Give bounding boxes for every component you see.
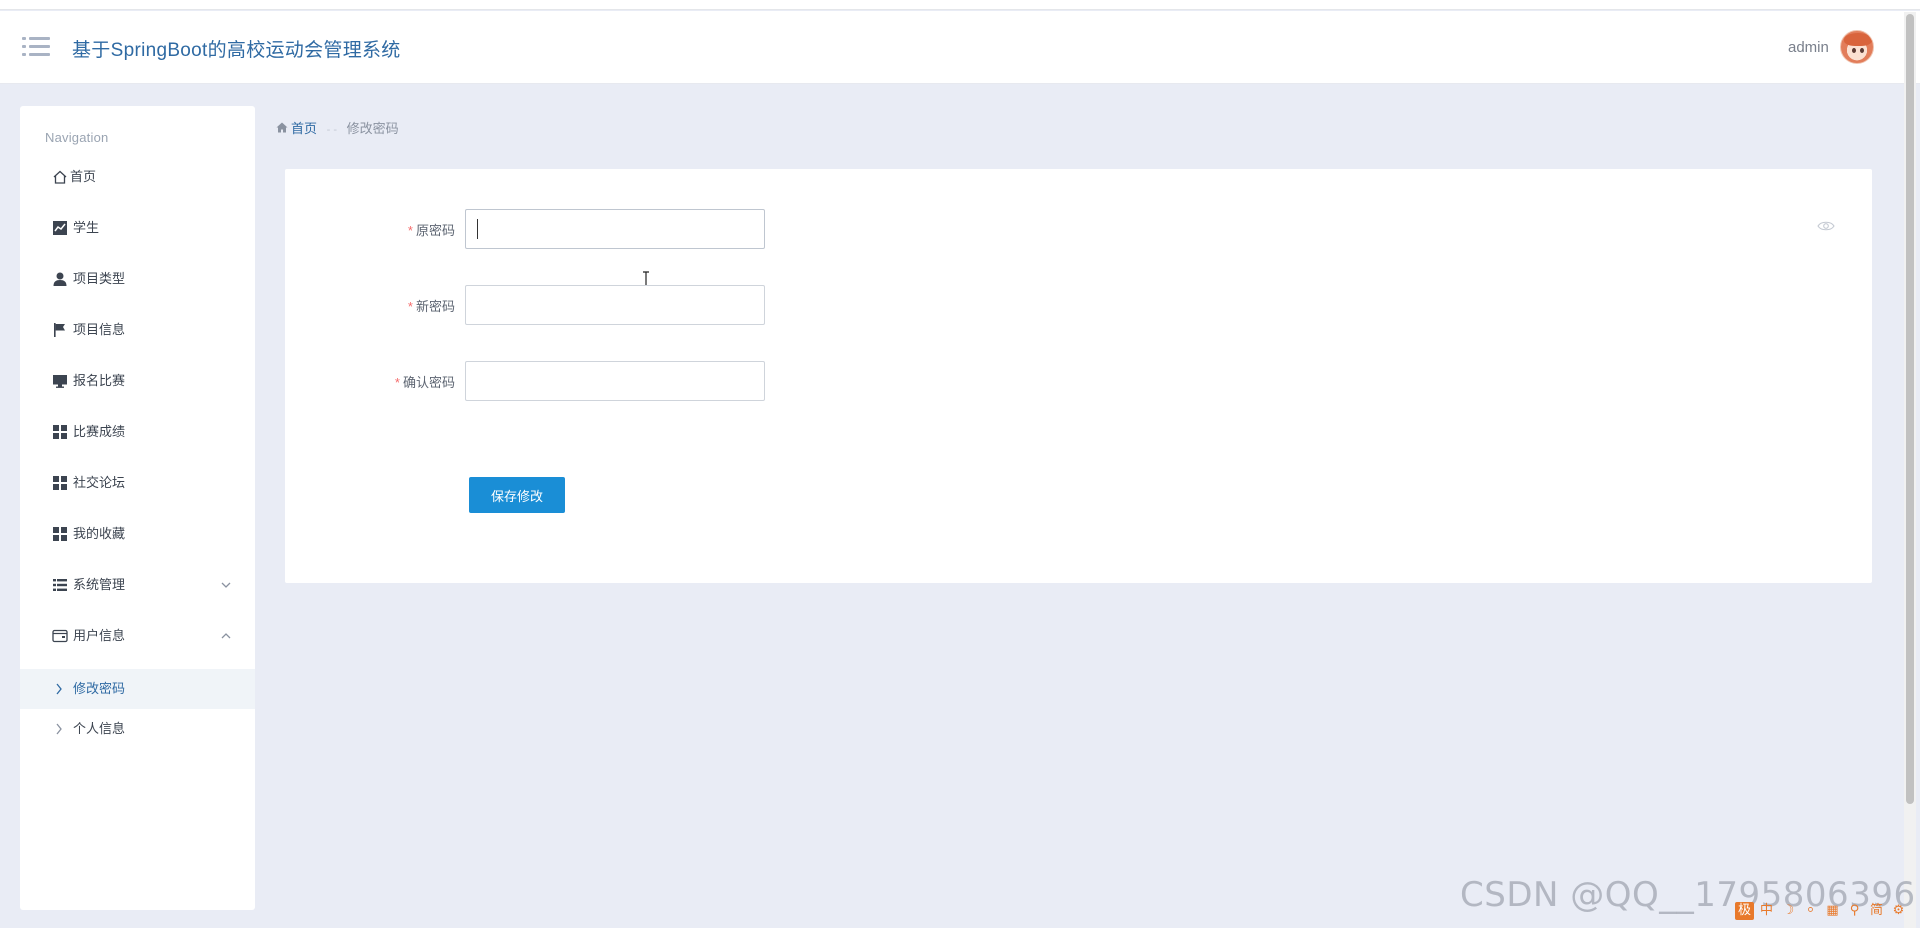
form-label-box: * 原密码 — [285, 209, 455, 249]
ime-keyboard-icon[interactable]: ▦ — [1823, 902, 1842, 920]
sidebar-item-label: 我的收藏 — [73, 526, 126, 541]
sidebar-item-label: 项目类型 — [73, 271, 126, 286]
sidebar-item-label: 系统管理 — [73, 577, 126, 592]
form-label-box: * 新密码 — [285, 285, 455, 325]
app-title: 基于SpringBoot的高校运动会管理系统 — [72, 40, 401, 61]
menu-toggle-bar — [29, 53, 50, 56]
sidebar-item-favorites[interactable]: 我的收藏 — [20, 514, 255, 554]
ime-chinese-mode-icon[interactable]: 中 — [1757, 902, 1776, 920]
avatar-hair — [1844, 33, 1872, 46]
eye-icon[interactable] — [1817, 220, 1835, 232]
sidebar-subitem-label: 个人信息 — [73, 721, 126, 736]
avatar-eye — [1860, 48, 1864, 53]
required-mark: * — [407, 223, 413, 238]
text-caret — [477, 219, 478, 239]
breadcrumb-home-label: 首页 — [291, 121, 318, 136]
sidebar-item-label: 学生 — [73, 220, 100, 235]
breadcrumb: 首页 - - 修改密码 — [276, 118, 399, 137]
form-row-new-password: * 新密码 — [285, 285, 1085, 325]
sidebar-subitem-label: 修改密码 — [73, 681, 126, 696]
sidebar-item-students[interactable]: 学生 — [20, 208, 255, 248]
nav-heading: Navigation — [45, 130, 109, 145]
sidebar-item-project-types[interactable]: 项目类型 — [20, 259, 255, 299]
form-label-text: 新密码 — [415, 299, 455, 314]
menu-toggle-bar — [22, 53, 26, 56]
form-label: * 新密码 — [408, 296, 455, 315]
user-name[interactable]: admin — [1788, 39, 1829, 56]
menu-toggle-bar — [29, 45, 50, 48]
menu-toggle-bar — [29, 37, 50, 40]
form-row-old-password: * 原密码 — [285, 209, 1085, 287]
grid-icon — [53, 476, 67, 490]
chevron-right-icon — [56, 683, 62, 695]
breadcrumb-separator: - - — [326, 124, 338, 136]
avatar[interactable] — [1840, 30, 1874, 64]
form-row-confirm-password: * 确认密码 — [285, 361, 1085, 401]
sidebar-subitem-change-password[interactable]: 修改密码 — [20, 669, 255, 709]
page-scrollbar-thumb[interactable] — [1906, 14, 1914, 804]
chevron-right-icon — [56, 723, 62, 735]
form-label: * 确认密码 — [395, 372, 455, 391]
top-header: 基于SpringBoot的高校运动会管理系统 admin — [0, 11, 1920, 84]
form-label-text: 原密码 — [415, 223, 455, 238]
sidebar-item-label: 首页 — [70, 169, 97, 184]
ime-user-icon[interactable]: ⚲ — [1845, 902, 1864, 920]
breadcrumb-current: 修改密码 — [346, 121, 399, 136]
sidebar-item-home[interactable]: 首页 — [20, 157, 255, 197]
ime-toolbar: 极 中 ☽ ⸰ ▦ ⚲ 简 ⚙ — [1735, 902, 1908, 922]
grid-icon — [53, 527, 67, 541]
chevron-down-icon — [221, 582, 231, 588]
breadcrumb-home[interactable]: 首页 — [276, 118, 317, 137]
sidebar-item-label: 报名比赛 — [73, 373, 126, 388]
chevron-up-icon — [221, 633, 231, 639]
sidebar-item-label: 用户信息 — [73, 628, 126, 643]
ime-moon-icon[interactable]: ☽ — [1779, 902, 1798, 920]
change-password-card: * 原密码 * 新密码 * 确认密码 保存修改 — [285, 169, 1872, 583]
avatar-eye — [1852, 48, 1856, 53]
menu-toggle-bar — [22, 37, 26, 40]
ime-simplified-icon[interactable]: 简 — [1867, 902, 1886, 920]
form-label-box: * 确认密码 — [285, 361, 455, 401]
browser-top-strip — [0, 0, 1920, 10]
ime-logo-icon[interactable]: 极 — [1735, 902, 1754, 920]
sidebar-item-label: 社交论坛 — [73, 475, 126, 490]
sidebar-item-registration[interactable]: 报名比赛 — [20, 361, 255, 401]
confirm-password-input[interactable] — [465, 361, 765, 401]
form-label-text: 确认密码 — [402, 375, 455, 390]
required-mark: * — [394, 375, 400, 390]
flag-icon — [54, 323, 65, 337]
user-icon — [53, 272, 67, 286]
grid-icon — [53, 425, 67, 439]
sidebar-item-project-info[interactable]: 项目信息 — [20, 310, 255, 350]
home-icon — [276, 122, 288, 133]
sidebar-subitem-profile[interactable]: 个人信息 — [20, 709, 255, 749]
save-button[interactable]: 保存修改 — [469, 477, 565, 513]
required-mark: * — [407, 299, 413, 314]
old-password-input[interactable] — [465, 209, 765, 249]
monitor-icon — [53, 375, 67, 388]
menu-toggle-icon[interactable] — [22, 35, 50, 59]
sidebar-item-results[interactable]: 比赛成绩 — [20, 412, 255, 452]
sidebar: Navigation 首页 学生 项目类型 项目信息 报名比赛 比赛成绩 社交论… — [20, 106, 255, 910]
ime-settings-icon[interactable]: ⚙ — [1889, 902, 1908, 920]
form-label: * 原密码 — [408, 220, 455, 239]
home-icon — [53, 170, 67, 184]
sidebar-item-user-info[interactable]: 用户信息 — [20, 616, 255, 656]
sidebar-item-label: 比赛成绩 — [73, 424, 126, 439]
sidebar-item-forum[interactable]: 社交论坛 — [20, 463, 255, 503]
sidebar-item-label: 项目信息 — [73, 322, 126, 337]
new-password-input[interactable] — [465, 285, 765, 325]
menu-toggle-bar — [22, 45, 26, 48]
sidebar-item-system-management[interactable]: 系统管理 — [20, 565, 255, 605]
wallet-icon — [52, 629, 68, 643]
line-chart-icon — [53, 221, 67, 235]
ime-punctuation-icon[interactable]: ⸰ — [1801, 902, 1820, 920]
list-icon — [53, 579, 67, 591]
